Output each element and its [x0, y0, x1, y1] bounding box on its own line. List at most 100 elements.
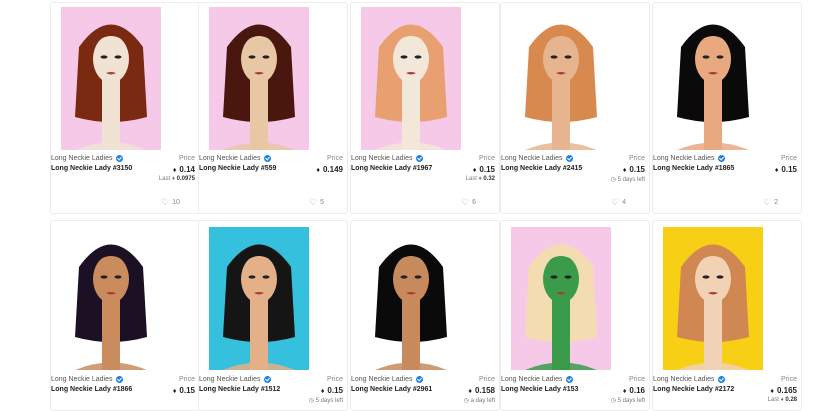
nft-name[interactable]: Long Neckie Lady #153 — [501, 386, 578, 393]
price-label: Price — [479, 376, 495, 383]
nft-artwork[interactable] — [361, 227, 461, 370]
collection-name[interactable]: Long Neckie Ladies — [351, 376, 423, 383]
eth-icon: ♦ — [774, 167, 779, 174]
eth-icon: ♦ — [316, 167, 320, 174]
eth-icon: ♦ — [320, 388, 325, 395]
heart-icon: ♡ — [611, 197, 620, 207]
price-value: ♦ 0.15 — [320, 386, 343, 395]
price-label: Price — [179, 155, 195, 162]
price-value: ♦ 0.15 — [472, 165, 495, 174]
nft-card[interactable]: Long Neckie Ladies Long Neckie Lady #241… — [500, 2, 650, 214]
collection-name[interactable]: Long Neckie Ladies — [51, 376, 123, 383]
portrait-illustration — [209, 7, 309, 150]
verified-badge-icon — [115, 155, 123, 162]
eth-icon: ♦ — [472, 167, 477, 174]
price-label: Price — [479, 155, 495, 162]
nft-artwork[interactable] — [663, 227, 763, 370]
price-value: ♦ 0.14 — [172, 165, 195, 174]
nft-artwork[interactable] — [361, 7, 461, 150]
nft-name[interactable]: Long Neckie Lady #2172 — [653, 386, 734, 393]
nft-card[interactable]: Long Neckie Ladies Long Neckie Lady #186… — [652, 2, 802, 214]
favorite-button[interactable]: ♡ 6 — [461, 197, 476, 208]
collection-name[interactable]: Long Neckie Ladies — [653, 155, 725, 162]
nft-card[interactable]: Long Neckie Ladies Long Neckie Lady #153… — [500, 220, 650, 411]
collection-name[interactable]: Long Neckie Ladies — [199, 155, 271, 162]
nft-name[interactable]: Long Neckie Lady #1865 — [653, 165, 734, 172]
price-value: ♦ 0.16 — [622, 386, 645, 395]
nft-card[interactable]: Long Neckie Ladies Long Neckie Lady #186… — [50, 220, 200, 411]
price-value: ♦ 0.149 — [316, 165, 343, 174]
nft-name[interactable]: Long Neckie Lady #1866 — [51, 386, 132, 393]
portrait-illustration — [209, 227, 309, 370]
verified-badge-icon — [565, 376, 573, 383]
time-left: ◷ 5 days left — [610, 398, 645, 404]
nft-card[interactable]: Long Neckie Ladies Long Neckie Lady #217… — [652, 220, 802, 411]
collection-name[interactable]: Long Neckie Ladies — [501, 155, 573, 162]
nft-name[interactable]: Long Neckie Lady #2415 — [501, 165, 582, 172]
favorite-button[interactable]: ♡ 10 — [161, 197, 180, 208]
last-sale: Last ♦ 0.32 — [465, 176, 495, 182]
time-left: ◷ a day left — [463, 398, 495, 404]
eth-icon: ♦ — [468, 388, 472, 395]
clock-icon: ◷ — [463, 398, 469, 404]
collection-name[interactable]: Long Neckie Ladies — [501, 376, 573, 383]
verified-badge-icon — [717, 376, 725, 383]
favorite-button[interactable]: ♡ 5 — [309, 197, 324, 208]
clock-icon: ◷ — [610, 398, 616, 404]
nft-name[interactable]: Long Neckie Lady #2961 — [351, 386, 432, 393]
favorite-button[interactable]: ♡ 2 — [763, 197, 778, 208]
portrait-illustration — [361, 7, 461, 150]
price-value: ♦ 0.165 — [770, 386, 797, 395]
heart-icon: ♡ — [161, 197, 170, 207]
nft-name[interactable]: Long Neckie Lady #3150 — [51, 165, 132, 172]
nft-card[interactable]: Long Neckie Ladies Long Neckie Lady #151… — [198, 220, 348, 411]
nft-artwork[interactable] — [209, 227, 309, 370]
eth-icon: ♦ — [622, 167, 627, 174]
verified-badge-icon — [415, 376, 423, 383]
nft-artwork[interactable] — [511, 227, 611, 370]
price-value: ♦ 0.15 — [172, 386, 195, 395]
portrait-illustration — [663, 227, 763, 370]
collection-name[interactable]: Long Neckie Ladies — [51, 155, 123, 162]
collection-name[interactable]: Long Neckie Ladies — [199, 376, 271, 383]
nft-artwork[interactable] — [511, 7, 611, 150]
price-label: Price — [179, 376, 195, 383]
eth-icon: ♦ — [780, 397, 784, 403]
portrait-illustration — [511, 7, 611, 150]
time-left: ◷ 5 days left — [308, 398, 343, 404]
time-left: ◷ 5 days left — [610, 177, 645, 183]
nft-name[interactable]: Long Neckie Lady #1512 — [199, 386, 280, 393]
heart-icon: ♡ — [309, 197, 318, 207]
verified-badge-icon — [565, 155, 573, 162]
nft-artwork[interactable] — [209, 7, 309, 150]
nft-artwork[interactable] — [663, 7, 763, 150]
clock-icon: ◷ — [308, 398, 314, 404]
nft-artwork[interactable] — [61, 7, 161, 150]
price-label: Price — [327, 376, 343, 383]
portrait-illustration — [361, 227, 461, 370]
nft-name[interactable]: Long Neckie Lady #1967 — [351, 165, 432, 172]
eth-icon: ♦ — [622, 388, 627, 395]
price-value: ♦ 0.15 — [622, 165, 645, 174]
last-sale: Last ♦ 0.28 — [767, 397, 797, 403]
heart-icon: ♡ — [461, 197, 470, 207]
nft-card[interactable]: Long Neckie Ladies Long Neckie Lady #296… — [350, 220, 500, 411]
price-value: ♦ 0.158 — [468, 386, 495, 395]
price-value: ♦ 0.15 — [774, 165, 797, 174]
price-label: Price — [629, 155, 645, 162]
collection-name[interactable]: Long Neckie Ladies — [351, 155, 423, 162]
nft-name[interactable]: Long Neckie Lady #559 — [199, 165, 276, 172]
nft-card[interactable]: Long Neckie Ladies Long Neckie Lady #315… — [50, 2, 200, 214]
verified-badge-icon — [263, 376, 271, 383]
nft-card[interactable]: Long Neckie Ladies Long Neckie Lady #196… — [350, 2, 500, 214]
portrait-illustration — [511, 227, 611, 370]
collection-name[interactable]: Long Neckie Ladies — [653, 376, 725, 383]
eth-icon: ♦ — [171, 176, 175, 182]
verified-badge-icon — [115, 376, 123, 383]
nft-artwork[interactable] — [61, 227, 161, 370]
last-sale: Last ♦ 0.0975 — [158, 176, 195, 182]
clock-icon: ◷ — [610, 177, 616, 183]
verified-badge-icon — [415, 155, 423, 162]
nft-card[interactable]: Long Neckie Ladies Long Neckie Lady #559… — [198, 2, 348, 214]
favorite-button[interactable]: ♡ 4 — [611, 197, 626, 208]
